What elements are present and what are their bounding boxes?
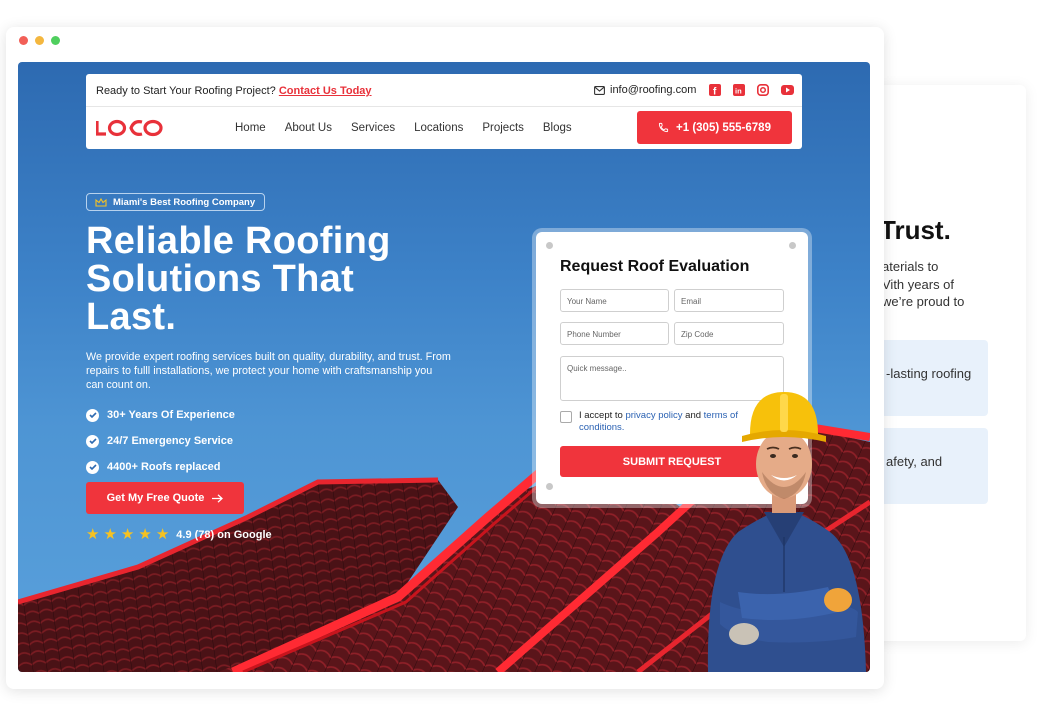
close-dot[interactable]	[19, 36, 28, 45]
call-button[interactable]: +1 (305) 555-6789	[637, 111, 792, 144]
hero-title: Reliable Roofing Solutions That Last.	[86, 222, 486, 336]
name-input[interactable]: Your Name	[560, 289, 669, 312]
free-quote-button[interactable]: Get My Free Quote	[86, 482, 244, 514]
feature-text: 4400+ Roofs replaced	[107, 461, 221, 473]
background-feature-text: -lasting roofing	[886, 366, 972, 381]
background-line: aterials to	[882, 259, 939, 274]
zip-input[interactable]: Zip Code	[674, 322, 784, 345]
browser-window: Ready to Start Your Roofing Project? Con…	[6, 27, 884, 689]
window-controls	[19, 36, 60, 45]
background-feature-box: afety, and	[870, 428, 988, 504]
hero-title-line: Last.	[86, 296, 177, 338]
check-icon	[86, 408, 99, 422]
star-icon: ★	[86, 526, 100, 543]
hero-description: We provide expert roofing services built…	[86, 351, 451, 391]
corner-dot	[546, 242, 553, 249]
phone-input[interactable]: Phone Number	[560, 322, 669, 345]
hero-badge: Miami's Best Roofing Company	[86, 193, 266, 211]
rating-text: 4.9 (78) on Google	[176, 528, 272, 541]
privacy-policy-link[interactable]: privacy policy	[625, 410, 682, 421]
website-viewport: Ready to Start Your Roofing Project? Con…	[18, 62, 870, 672]
main-navigation: Home About Us Services Locations Project…	[86, 107, 802, 149]
nav-menu: Home About Us Services Locations Project…	[235, 122, 572, 134]
top-bar: Ready to Start Your Roofing Project? Con…	[86, 74, 802, 107]
youtube-icon[interactable]	[779, 83, 795, 97]
phone-icon	[658, 122, 669, 133]
svg-text:in: in	[735, 87, 742, 96]
promo-text: Ready to Start Your Roofing Project?	[96, 85, 276, 97]
background-line: Vith years of	[882, 276, 955, 292]
nav-item-home[interactable]: Home	[235, 122, 266, 134]
email-input[interactable]: Email	[674, 289, 784, 312]
contact-us-link[interactable]: Contact Us Today	[279, 85, 372, 97]
feature-list: 30+ Years Of Experience 24/7 Emergency S…	[86, 402, 235, 480]
star-icon: ★	[120, 526, 135, 543]
consent-checkbox[interactable]	[560, 411, 572, 423]
consent-prefix: I accept to	[579, 410, 623, 421]
background-line: we’re proud to	[882, 294, 965, 309]
form-title: Request Roof Evaluation	[560, 258, 750, 275]
nav-item-about[interactable]: About Us	[285, 122, 332, 134]
star-icon: ★	[155, 526, 170, 543]
roofer-worker-image	[707, 392, 866, 672]
hero-title-line: Reliable Roofing	[86, 220, 391, 262]
maximize-dot[interactable]	[51, 36, 60, 45]
email-text: info@roofing.com	[610, 84, 697, 96]
nav-item-projects[interactable]: Projects	[482, 122, 524, 134]
site-header: Ready to Start Your Roofing Project? Con…	[86, 74, 802, 149]
nav-item-blogs[interactable]: Blogs	[543, 122, 572, 134]
star-icon: ★	[138, 526, 152, 543]
star-icon: ★	[103, 526, 117, 543]
email-contact[interactable]: info@roofing.com	[594, 84, 696, 96]
logo-mark	[95, 119, 163, 137]
background-heading: Trust.	[880, 215, 951, 245]
google-rating: ★ ★ ★ ★ ★ 4.9 (78) on Google	[86, 527, 272, 542]
feature-text: 30+ Years Of Experience	[107, 409, 235, 421]
top-bar-promo: Ready to Start Your Roofing Project? Con…	[96, 85, 372, 97]
check-icon	[86, 460, 99, 474]
minimize-dot[interactable]	[35, 36, 44, 45]
corner-dot	[546, 483, 553, 490]
background-feature-box: -lasting roofing	[870, 340, 988, 416]
nav-item-locations[interactable]: Locations	[414, 122, 463, 134]
site-logo[interactable]	[95, 118, 166, 142]
free-quote-label: Get My Free Quote	[106, 492, 205, 504]
crown-icon	[95, 197, 107, 207]
nav-item-services[interactable]: Services	[351, 122, 395, 134]
corner-dot	[789, 242, 796, 249]
background-paragraph: aterials to Vith years of we’re proud to	[882, 258, 1026, 311]
background-feature-text: afety, and	[886, 454, 943, 469]
feature-text: 24/7 Emergency Service	[107, 435, 233, 447]
social-links: f in	[707, 83, 795, 97]
phone-number: +1 (305) 555-6789	[676, 121, 771, 134]
badge-text: Miami's Best Roofing Company	[113, 196, 256, 208]
mail-icon	[594, 85, 605, 95]
feature-item: 30+ Years Of Experience	[86, 402, 235, 428]
instagram-icon[interactable]	[755, 83, 771, 97]
facebook-icon[interactable]: f	[707, 83, 723, 97]
arrow-right-icon	[212, 493, 224, 503]
hero-title-line: Solutions That	[86, 258, 355, 300]
linkedin-icon[interactable]: in	[731, 83, 747, 97]
feature-item: 4400+ Roofs replaced	[86, 454, 235, 480]
check-icon	[86, 434, 99, 448]
feature-item: 24/7 Emergency Service	[86, 428, 235, 454]
